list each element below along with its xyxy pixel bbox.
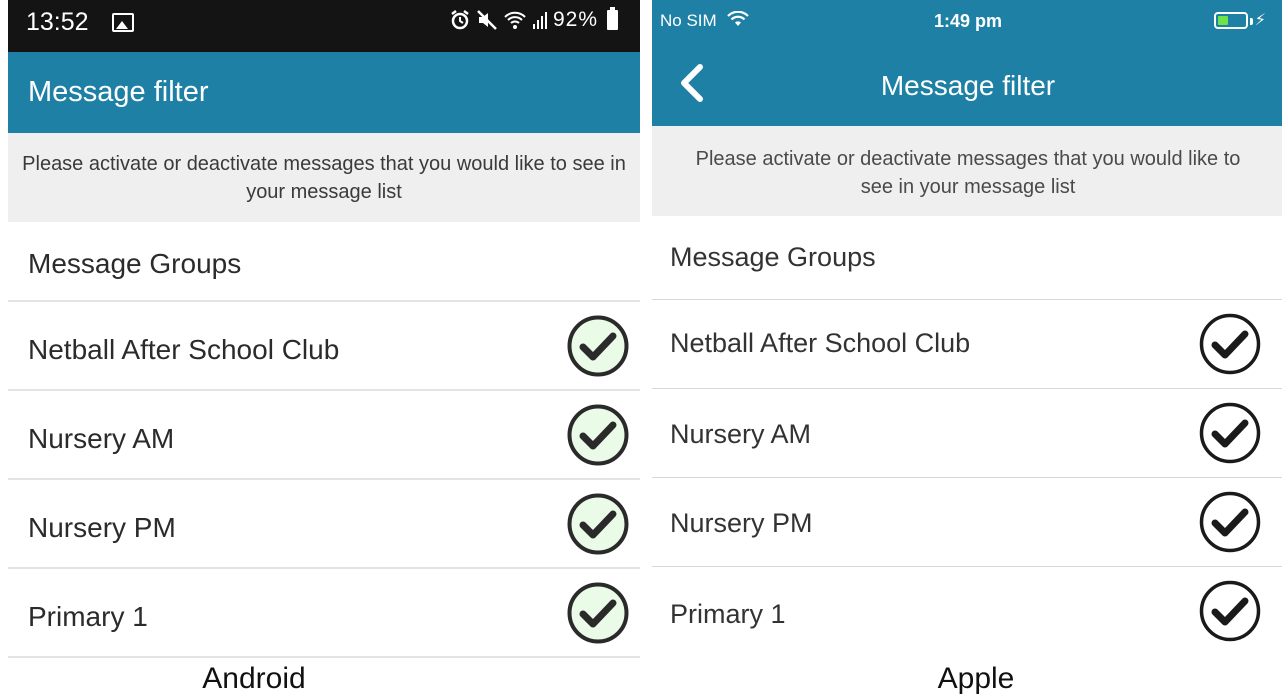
group-label: Netball After School Club xyxy=(670,328,971,358)
group-row-nursery-am[interactable]: Nursery AM xyxy=(652,389,1282,478)
group-label: Netball After School Club xyxy=(28,334,340,365)
group-row-netball[interactable]: Netball After School Club xyxy=(652,300,1282,389)
group-row-primary-1[interactable]: Primary 1 xyxy=(8,569,640,658)
group-label: Primary 1 xyxy=(670,599,786,629)
android-status-bar: 13:52 92% xyxy=(8,0,640,52)
status-time: 1:49 pm xyxy=(933,11,1003,31)
info-banner: Please activate or deactivate messages t… xyxy=(8,133,640,222)
caption-apple: Apple xyxy=(937,662,1015,695)
section-header-row: Message Groups xyxy=(652,216,1282,300)
checkmark-circle-icon[interactable] xyxy=(566,492,630,556)
group-label: Nursery PM xyxy=(670,508,813,538)
group-label: Primary 1 xyxy=(28,601,148,632)
status-icons: 92% xyxy=(449,7,618,32)
section-header-row: Message Groups xyxy=(8,222,640,302)
ios-nav-bar: Message filter xyxy=(652,44,1282,126)
gallery-icon xyxy=(112,13,134,32)
group-label: Nursery PM xyxy=(28,512,176,543)
alarm-icon xyxy=(451,10,469,30)
group-row-nursery-pm[interactable]: Nursery PM xyxy=(8,480,640,569)
checkmark-circle-icon[interactable] xyxy=(1198,490,1262,554)
checkmark-circle-icon[interactable] xyxy=(566,314,630,378)
signal-icon xyxy=(532,12,547,29)
group-row-primary-1[interactable]: Primary 1 xyxy=(652,567,1282,656)
checkmark-circle-icon[interactable] xyxy=(566,581,630,645)
battery-percent: 92% xyxy=(552,8,598,31)
charging-bolt-icon: ⚡ xyxy=(1254,12,1266,29)
status-time: 13:52 xyxy=(26,8,89,36)
group-row-nursery-am[interactable]: Nursery AM xyxy=(8,391,640,480)
checkmark-circle-icon[interactable] xyxy=(566,403,630,467)
battery-icon xyxy=(1214,12,1248,29)
group-label: Nursery AM xyxy=(670,419,812,449)
battery-icon xyxy=(607,7,618,30)
wifi-icon xyxy=(504,11,526,29)
section-header: Message Groups xyxy=(670,242,876,272)
ios-status-bar: No SIM 1:49 pm ⚡ xyxy=(652,0,1282,44)
android-screen: 13:52 92% Message filter Please activate… xyxy=(8,0,640,660)
page-title: Message filter xyxy=(880,70,1056,101)
battery-fill xyxy=(1218,16,1228,25)
group-row-nursery-pm[interactable]: Nursery PM xyxy=(652,478,1282,567)
checkmark-circle-icon[interactable] xyxy=(1198,401,1262,465)
apple-screen: No SIM 1:49 pm ⚡ Message filter Please a… xyxy=(652,0,1282,660)
caption-android: Android xyxy=(202,662,306,695)
mute-icon xyxy=(477,10,497,30)
page-title: Message filter xyxy=(28,76,209,108)
battery-tip xyxy=(1250,18,1253,25)
info-banner: Please activate or deactivate messages t… xyxy=(652,126,1282,216)
android-app-bar: Message filter xyxy=(8,52,640,133)
checkmark-circle-icon[interactable] xyxy=(1198,312,1262,376)
checkmark-circle-icon[interactable] xyxy=(1198,579,1262,643)
group-row-netball[interactable]: Netball After School Club xyxy=(8,302,640,391)
group-label: Nursery AM xyxy=(28,423,175,454)
section-header: Message Groups xyxy=(28,248,242,279)
